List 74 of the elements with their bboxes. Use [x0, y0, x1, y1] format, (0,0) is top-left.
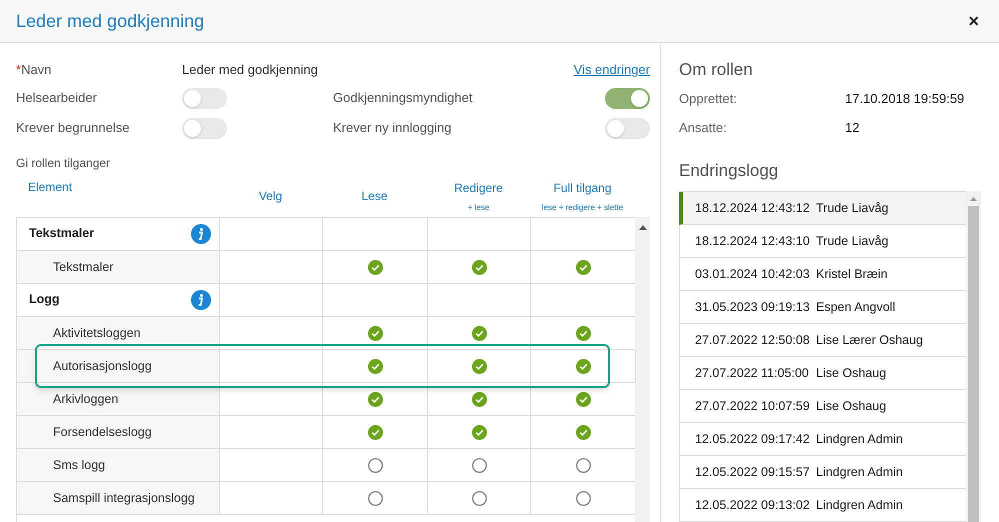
unchecked-icon[interactable]: [472, 490, 486, 506]
changelog-row[interactable]: 18.12.2024 12:43:10 Trude Liavåg: [679, 225, 966, 258]
column-hint: + lese: [468, 202, 490, 214]
unchecked-icon[interactable]: [368, 458, 382, 472]
changelog-row[interactable]: 03.01.2024 10:42:03 Kristel Bræin: [679, 258, 966, 291]
element-label: Arkivloggen: [53, 390, 118, 408]
checked-icon[interactable]: [472, 358, 486, 374]
checked-icon[interactable]: [472, 260, 486, 274]
toggle-label: Godkjenningsmyndighet: [333, 89, 474, 108]
toggle-label: Helsearbeider: [16, 89, 98, 108]
unchecked-icon[interactable]: [576, 458, 590, 472]
column-header[interactable]: Lese: [361, 187, 388, 205]
checked-icon[interactable]: [576, 358, 590, 374]
window-title: Leder med godkjenning: [16, 10, 204, 33]
column-header[interactable]: Full tilgang: [553, 178, 612, 196]
checked-icon[interactable]: [472, 392, 486, 406]
column-header[interactable]: Redigere: [454, 178, 503, 196]
scrollbar[interactable]: [966, 191, 981, 522]
toggle-switch[interactable]: [605, 88, 650, 108]
element-label: Sms logg: [53, 456, 106, 474]
checked-icon[interactable]: [472, 424, 486, 440]
unchecked-icon[interactable]: [472, 458, 486, 472]
changelog-row[interactable]: 12.05.2022 09:15:57 Lindgren Admin: [679, 456, 966, 489]
required-mark: *: [16, 61, 22, 80]
field-label: Navn: [21, 61, 52, 80]
unchecked-icon[interactable]: [368, 490, 382, 506]
checked-icon[interactable]: [576, 392, 590, 406]
element-label: Tekstmaler: [53, 258, 114, 276]
element-label: Autorisasjonslogg: [53, 358, 152, 375]
section-title: Endringslogg: [679, 160, 780, 182]
column-header[interactable]: Element: [28, 178, 72, 196]
checked-icon[interactable]: [368, 358, 382, 374]
field-value: 17.10.2018 19:59:59: [845, 90, 964, 108]
close-button[interactable]: ×: [964, 8, 983, 34]
field-label: Ansatte:: [679, 118, 728, 137]
unchecked-icon[interactable]: [576, 490, 590, 506]
info-icon[interactable]: [191, 224, 211, 244]
changelog-row[interactable]: 18.12.2024 12:43:12 Trude Liavåg: [679, 192, 966, 225]
toggle-label: Krever begrunnelse: [16, 119, 130, 138]
group-label: Logg: [29, 291, 60, 308]
info-icon[interactable]: [191, 290, 211, 310]
scroll-up-icon[interactable]: [638, 225, 646, 230]
element-label: Samspill integrasjonslogg: [53, 490, 195, 507]
checked-icon[interactable]: [368, 424, 382, 440]
toggle-switch[interactable]: [182, 118, 227, 138]
checked-icon[interactable]: [576, 260, 590, 274]
checked-icon[interactable]: [368, 326, 382, 340]
field-label: Opprettet:: [679, 90, 738, 108]
checked-icon[interactable]: [472, 326, 486, 340]
field-value: 12: [845, 118, 860, 137]
changelog-row[interactable]: 27.07.2022 10:07:59 Lise Oshaug: [679, 390, 966, 423]
toggle-switch[interactable]: [182, 88, 227, 108]
scrollbar[interactable]: [635, 217, 650, 522]
changelog-row[interactable]: 12.05.2022 09:17:42 Lindgren Admin: [679, 423, 966, 456]
section-title: Om rollen: [679, 59, 754, 81]
name-value: Leder med godkjenning: [182, 61, 319, 80]
element-label: Forsendelseslogg: [53, 424, 152, 441]
toggle-label: Krever ny innlogging: [333, 119, 453, 138]
group-label: Tekstmaler: [29, 225, 94, 242]
toggle-switch[interactable]: [605, 118, 650, 138]
scroll-thumb[interactable]: [968, 206, 979, 522]
changelog-row[interactable]: 31.05.2023 09:19:13 Espen Angvoll: [679, 291, 966, 324]
checked-icon[interactable]: [576, 424, 590, 440]
element-label: Aktivitetsloggen: [53, 324, 141, 342]
checked-icon[interactable]: [576, 326, 590, 340]
checked-icon[interactable]: [368, 392, 382, 406]
changes-link[interactable]: Vis endringer: [574, 60, 650, 80]
checked-icon[interactable]: [368, 260, 382, 274]
changelog-row[interactable]: 27.07.2022 11:05:00 Lise Oshaug: [679, 357, 966, 390]
changelog-row[interactable]: 27.07.2022 12:50:08 Lise Lærer Oshaug: [679, 324, 966, 357]
column-hint: lese + redigere + slette: [542, 202, 624, 214]
section-label: Gi rollen tilganger: [16, 155, 112, 172]
column-header[interactable]: Velg: [258, 187, 282, 205]
changelog-row[interactable]: 12.05.2022 09:13:02 Lindgren Admin: [679, 489, 966, 522]
